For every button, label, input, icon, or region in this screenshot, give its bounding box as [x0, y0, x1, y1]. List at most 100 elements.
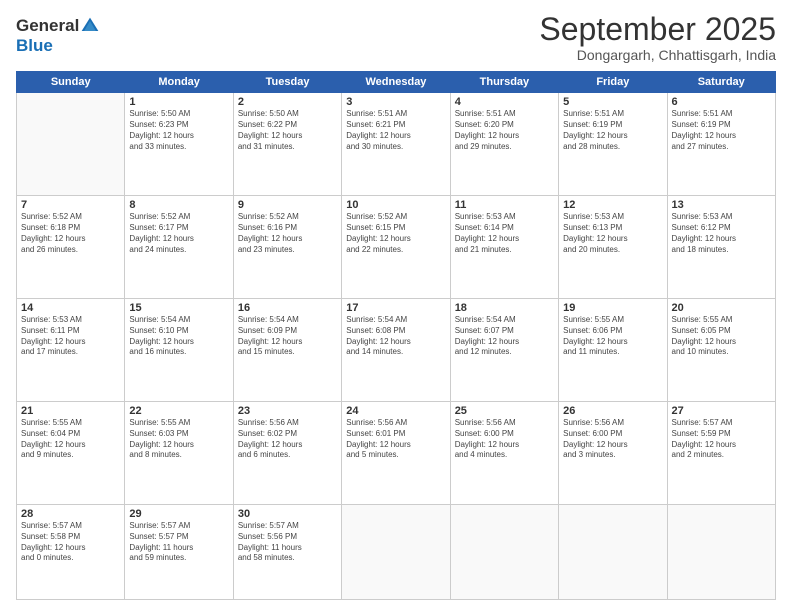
calendar-cell: 7Sunrise: 5:52 AM Sunset: 6:18 PM Daylig… — [17, 196, 125, 299]
day-info: Sunrise: 5:51 AM Sunset: 6:21 PM Dayligh… — [346, 109, 445, 152]
calendar-cell: 29Sunrise: 5:57 AM Sunset: 5:57 PM Dayli… — [125, 504, 233, 599]
weekday-header-monday: Monday — [125, 72, 233, 93]
day-info: Sunrise: 5:56 AM Sunset: 6:02 PM Dayligh… — [238, 418, 337, 461]
week-row-4: 21Sunrise: 5:55 AM Sunset: 6:04 PM Dayli… — [17, 402, 776, 505]
day-number: 23 — [238, 405, 337, 417]
calendar-cell: 22Sunrise: 5:55 AM Sunset: 6:03 PM Dayli… — [125, 402, 233, 505]
day-info: Sunrise: 5:52 AM Sunset: 6:16 PM Dayligh… — [238, 212, 337, 255]
day-info: Sunrise: 5:57 AM Sunset: 5:59 PM Dayligh… — [672, 418, 771, 461]
calendar-cell: 1Sunrise: 5:50 AM Sunset: 6:23 PM Daylig… — [125, 93, 233, 196]
weekday-header-wednesday: Wednesday — [342, 72, 450, 93]
day-info: Sunrise: 5:55 AM Sunset: 6:06 PM Dayligh… — [563, 315, 662, 358]
title-block: September 2025 Dongargarh, Chhattisgarh,… — [539, 12, 776, 63]
calendar-cell: 28Sunrise: 5:57 AM Sunset: 5:58 PM Dayli… — [17, 504, 125, 599]
week-row-3: 14Sunrise: 5:53 AM Sunset: 6:11 PM Dayli… — [17, 299, 776, 402]
day-info: Sunrise: 5:53 AM Sunset: 6:12 PM Dayligh… — [672, 212, 771, 255]
calendar-cell: 8Sunrise: 5:52 AM Sunset: 6:17 PM Daylig… — [125, 196, 233, 299]
calendar-cell: 14Sunrise: 5:53 AM Sunset: 6:11 PM Dayli… — [17, 299, 125, 402]
day-info: Sunrise: 5:55 AM Sunset: 6:05 PM Dayligh… — [672, 315, 771, 358]
calendar-cell: 5Sunrise: 5:51 AM Sunset: 6:19 PM Daylig… — [559, 93, 667, 196]
calendar-cell: 12Sunrise: 5:53 AM Sunset: 6:13 PM Dayli… — [559, 196, 667, 299]
day-number: 16 — [238, 302, 337, 314]
calendar-page: General Blue September 2025 Dongargarh, … — [0, 0, 792, 612]
day-number: 1 — [129, 96, 228, 108]
day-info: Sunrise: 5:56 AM Sunset: 6:01 PM Dayligh… — [346, 418, 445, 461]
calendar-cell: 4Sunrise: 5:51 AM Sunset: 6:20 PM Daylig… — [450, 93, 558, 196]
calendar-cell: 10Sunrise: 5:52 AM Sunset: 6:15 PM Dayli… — [342, 196, 450, 299]
day-number: 22 — [129, 405, 228, 417]
logo-icon — [80, 16, 100, 36]
day-number: 25 — [455, 405, 554, 417]
day-number: 30 — [238, 508, 337, 520]
weekday-header-row: SundayMondayTuesdayWednesdayThursdayFrid… — [17, 72, 776, 93]
day-info: Sunrise: 5:51 AM Sunset: 6:20 PM Dayligh… — [455, 109, 554, 152]
day-info: Sunrise: 5:57 AM Sunset: 5:57 PM Dayligh… — [129, 521, 228, 564]
day-info: Sunrise: 5:53 AM Sunset: 6:13 PM Dayligh… — [563, 212, 662, 255]
location: Dongargarh, Chhattisgarh, India — [539, 47, 776, 63]
day-number: 2 — [238, 96, 337, 108]
calendar-cell: 13Sunrise: 5:53 AM Sunset: 6:12 PM Dayli… — [667, 196, 775, 299]
day-info: Sunrise: 5:56 AM Sunset: 6:00 PM Dayligh… — [455, 418, 554, 461]
week-row-5: 28Sunrise: 5:57 AM Sunset: 5:58 PM Dayli… — [17, 504, 776, 599]
weekday-header-saturday: Saturday — [667, 72, 775, 93]
day-number: 14 — [21, 302, 120, 314]
week-row-2: 7Sunrise: 5:52 AM Sunset: 6:18 PM Daylig… — [17, 196, 776, 299]
day-number: 4 — [455, 96, 554, 108]
day-info: Sunrise: 5:51 AM Sunset: 6:19 PM Dayligh… — [563, 109, 662, 152]
day-number: 17 — [346, 302, 445, 314]
week-row-1: 1Sunrise: 5:50 AM Sunset: 6:23 PM Daylig… — [17, 93, 776, 196]
day-number: 26 — [563, 405, 662, 417]
day-number: 19 — [563, 302, 662, 314]
day-info: Sunrise: 5:55 AM Sunset: 6:04 PM Dayligh… — [21, 418, 120, 461]
calendar-cell: 26Sunrise: 5:56 AM Sunset: 6:00 PM Dayli… — [559, 402, 667, 505]
calendar-cell: 21Sunrise: 5:55 AM Sunset: 6:04 PM Dayli… — [17, 402, 125, 505]
day-info: Sunrise: 5:50 AM Sunset: 6:23 PM Dayligh… — [129, 109, 228, 152]
day-info: Sunrise: 5:52 AM Sunset: 6:17 PM Dayligh… — [129, 212, 228, 255]
weekday-header-sunday: Sunday — [17, 72, 125, 93]
weekday-header-friday: Friday — [559, 72, 667, 93]
day-number: 11 — [455, 199, 554, 211]
month-title: September 2025 — [539, 12, 776, 47]
header: General Blue September 2025 Dongargarh, … — [16, 12, 776, 63]
logo-general-text: General — [16, 16, 79, 36]
day-number: 13 — [672, 199, 771, 211]
day-info: Sunrise: 5:55 AM Sunset: 6:03 PM Dayligh… — [129, 418, 228, 461]
day-number: 15 — [129, 302, 228, 314]
calendar-cell: 17Sunrise: 5:54 AM Sunset: 6:08 PM Dayli… — [342, 299, 450, 402]
day-number: 28 — [21, 508, 120, 520]
logo-blue-text: Blue — [16, 36, 53, 56]
logo: General Blue — [16, 12, 100, 56]
day-number: 10 — [346, 199, 445, 211]
calendar-cell: 30Sunrise: 5:57 AM Sunset: 5:56 PM Dayli… — [233, 504, 341, 599]
calendar-cell: 20Sunrise: 5:55 AM Sunset: 6:05 PM Dayli… — [667, 299, 775, 402]
weekday-header-tuesday: Tuesday — [233, 72, 341, 93]
day-number: 21 — [21, 405, 120, 417]
day-number: 20 — [672, 302, 771, 314]
day-number: 18 — [455, 302, 554, 314]
calendar-cell: 9Sunrise: 5:52 AM Sunset: 6:16 PM Daylig… — [233, 196, 341, 299]
day-number: 12 — [563, 199, 662, 211]
calendar-cell: 19Sunrise: 5:55 AM Sunset: 6:06 PM Dayli… — [559, 299, 667, 402]
day-info: Sunrise: 5:54 AM Sunset: 6:07 PM Dayligh… — [455, 315, 554, 358]
weekday-header-thursday: Thursday — [450, 72, 558, 93]
day-number: 29 — [129, 508, 228, 520]
day-number: 27 — [672, 405, 771, 417]
calendar-cell: 15Sunrise: 5:54 AM Sunset: 6:10 PM Dayli… — [125, 299, 233, 402]
day-info: Sunrise: 5:54 AM Sunset: 6:08 PM Dayligh… — [346, 315, 445, 358]
calendar-cell: 11Sunrise: 5:53 AM Sunset: 6:14 PM Dayli… — [450, 196, 558, 299]
day-info: Sunrise: 5:53 AM Sunset: 6:11 PM Dayligh… — [21, 315, 120, 358]
calendar-cell — [342, 504, 450, 599]
day-info: Sunrise: 5:56 AM Sunset: 6:00 PM Dayligh… — [563, 418, 662, 461]
day-info: Sunrise: 5:57 AM Sunset: 5:58 PM Dayligh… — [21, 521, 120, 564]
calendar-cell: 25Sunrise: 5:56 AM Sunset: 6:00 PM Dayli… — [450, 402, 558, 505]
day-info: Sunrise: 5:50 AM Sunset: 6:22 PM Dayligh… — [238, 109, 337, 152]
day-number: 24 — [346, 405, 445, 417]
day-info: Sunrise: 5:52 AM Sunset: 6:15 PM Dayligh… — [346, 212, 445, 255]
calendar-cell — [450, 504, 558, 599]
day-info: Sunrise: 5:54 AM Sunset: 6:09 PM Dayligh… — [238, 315, 337, 358]
day-info: Sunrise: 5:57 AM Sunset: 5:56 PM Dayligh… — [238, 521, 337, 564]
day-info: Sunrise: 5:54 AM Sunset: 6:10 PM Dayligh… — [129, 315, 228, 358]
calendar-cell: 27Sunrise: 5:57 AM Sunset: 5:59 PM Dayli… — [667, 402, 775, 505]
calendar-cell: 23Sunrise: 5:56 AM Sunset: 6:02 PM Dayli… — [233, 402, 341, 505]
calendar-cell — [17, 93, 125, 196]
